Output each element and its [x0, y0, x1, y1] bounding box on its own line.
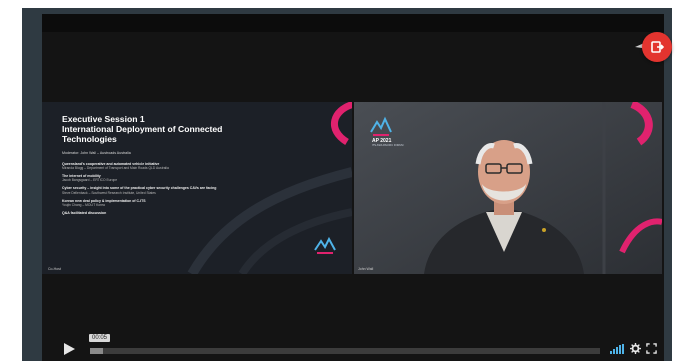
- slide-participant-caption: Co-Host: [48, 267, 61, 271]
- slide-title-line: Technologies: [62, 134, 117, 144]
- player-controls: 00:05: [42, 334, 664, 361]
- volume-icon[interactable]: [610, 344, 624, 354]
- agenda-item: The internet of mobility Jacob Bangsgaar…: [62, 174, 302, 182]
- player-top-bar: [42, 14, 664, 32]
- agenda-item: Queensland's cooperative and automated v…: [62, 162, 302, 170]
- slide-title-line: Executive Session 1: [62, 114, 145, 124]
- video-player[interactable]: Executive Session 1 International Deploy…: [42, 14, 672, 361]
- seek-bar-progress: [90, 348, 103, 354]
- agenda-item: Cyber security – insight into some of th…: [62, 186, 302, 194]
- slide-title: Executive Session 1 International Deploy…: [62, 114, 282, 144]
- speaker-video-tile: AP 2021 ITS ASIA PACIFIC FORUM John Wall: [354, 102, 662, 274]
- agenda-item-speaker: Jacob Bangsgaard – ERTICO Europe: [62, 178, 118, 183]
- fullscreen-icon[interactable]: [646, 343, 657, 354]
- agenda-item: Korean new deal policy & implementation …: [62, 199, 302, 207]
- play-icon[interactable]: [62, 342, 76, 356]
- slide-moderator: Moderator: John Wall – Austroads Austral…: [62, 151, 131, 155]
- ap2021-logo: AP 2021 ITS ASIA PACIFIC FORUM: [368, 116, 404, 147]
- agenda-item-speaker: Youjin Chang – MOLIT Korea: [62, 202, 105, 207]
- ap2021-logo-icon: [314, 236, 336, 254]
- slide-agenda: Queensland's cooperative and automated v…: [62, 162, 302, 219]
- current-time-badge: 00:05: [89, 334, 111, 342]
- gear-icon[interactable]: [630, 343, 641, 354]
- exit-icon: [651, 41, 664, 53]
- ap2021-logo-subtext: ITS ASIA PACIFIC FORUM: [372, 144, 404, 147]
- agenda-item-speaker: Miranda Blogg – Department of Transport …: [62, 166, 169, 171]
- shared-slide-tile: Executive Session 1 International Deploy…: [42, 102, 352, 274]
- speaker-name-caption: John Wall: [358, 267, 374, 271]
- seek-bar[interactable]: [90, 348, 600, 354]
- ap2021-logo-icon: [370, 116, 392, 136]
- agenda-item-speaker: Steve Dellenback – Southwest Research In…: [62, 190, 156, 195]
- exit-button[interactable]: [642, 32, 672, 62]
- agenda-item: Q&A facilitated discussion: [62, 211, 302, 215]
- agenda-item-title: Q&A facilitated discussion: [62, 210, 107, 215]
- slide-title-line: International Deployment of Connected: [62, 124, 223, 134]
